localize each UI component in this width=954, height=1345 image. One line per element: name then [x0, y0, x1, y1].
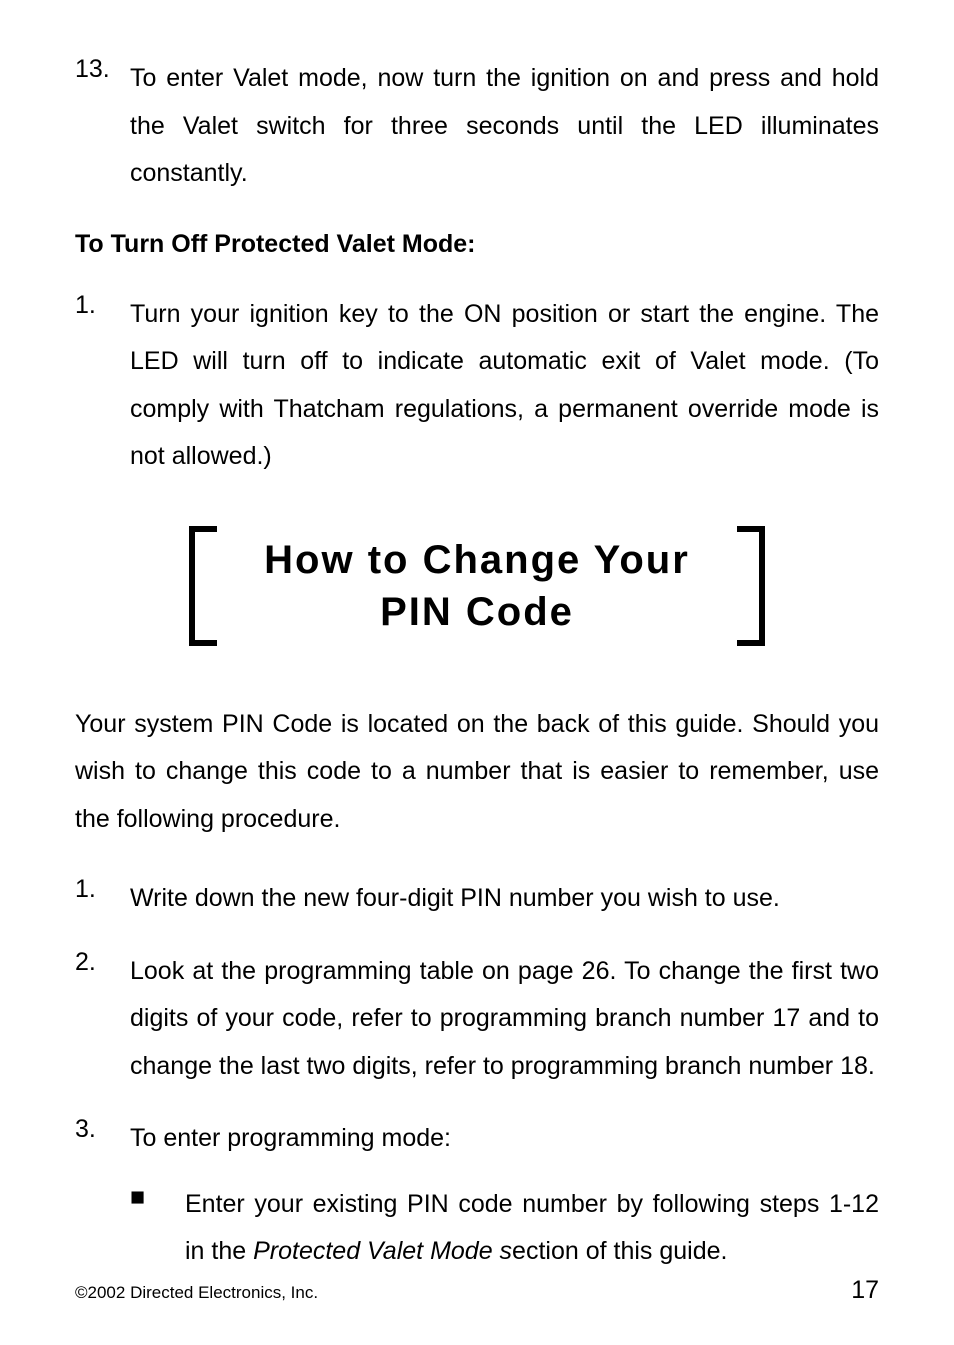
sub-bullet-text: Enter your existing PIN code number by f…	[185, 1181, 879, 1276]
bracket-right-icon	[730, 526, 765, 646]
footer-page-number: 17	[851, 1276, 879, 1305]
sub-bullet-post: ection of this guide.	[512, 1237, 727, 1265]
turnoff-list-text-1: Turn your ignition key to the ON positio…	[130, 291, 879, 481]
bracket-left-icon	[189, 526, 224, 646]
list-number-13: 13.	[75, 55, 130, 198]
pin-list-number-3: 3.	[75, 1115, 130, 1163]
pin-list-text-3: To enter programming mode:	[130, 1115, 879, 1163]
section-title: How to Change Your PIN Code	[224, 526, 730, 646]
pin-list-item-1: 1. Write down the new four-digit PIN num…	[75, 875, 879, 923]
intro-paragraph: Your system PIN Code is located on the b…	[75, 701, 879, 844]
list-item-13: 13. To enter Valet mode, now turn the ig…	[75, 55, 879, 198]
turnoff-list-item-1: 1. Turn your ignition key to the ON posi…	[75, 291, 879, 481]
sub-bullet-italic: Protected Valet Mode s	[253, 1237, 512, 1265]
pin-list-text-2: Look at the programming table on page 26…	[130, 948, 879, 1091]
turnoff-list-number-1: 1.	[75, 291, 130, 481]
sub-bullet-item: ■ Enter your existing PIN code number by…	[130, 1181, 879, 1276]
pin-list-text-1: Write down the new four-digit PIN number…	[130, 875, 879, 923]
pin-list-number-2: 2.	[75, 948, 130, 1091]
pin-list-number-1: 1.	[75, 875, 130, 923]
pin-list-item-2: 2. Look at the programming table on page…	[75, 948, 879, 1091]
footer-copyright: ©2002 Directed Electronics, Inc.	[75, 1283, 318, 1303]
section-title-container: How to Change Your PIN Code	[75, 526, 879, 646]
page-footer: ©2002 Directed Electronics, Inc. 17	[75, 1276, 879, 1305]
square-bullet-icon: ■	[130, 1181, 185, 1276]
section-title-line2: PIN Code	[380, 590, 574, 634]
section-title-line1: How to Change Your	[264, 538, 690, 582]
pin-list-item-3: 3. To enter programming mode:	[75, 1115, 879, 1163]
list-text-13: To enter Valet mode, now turn the igniti…	[130, 55, 879, 198]
subheading-turn-off: To Turn Off Protected Valet Mode:	[75, 230, 879, 259]
